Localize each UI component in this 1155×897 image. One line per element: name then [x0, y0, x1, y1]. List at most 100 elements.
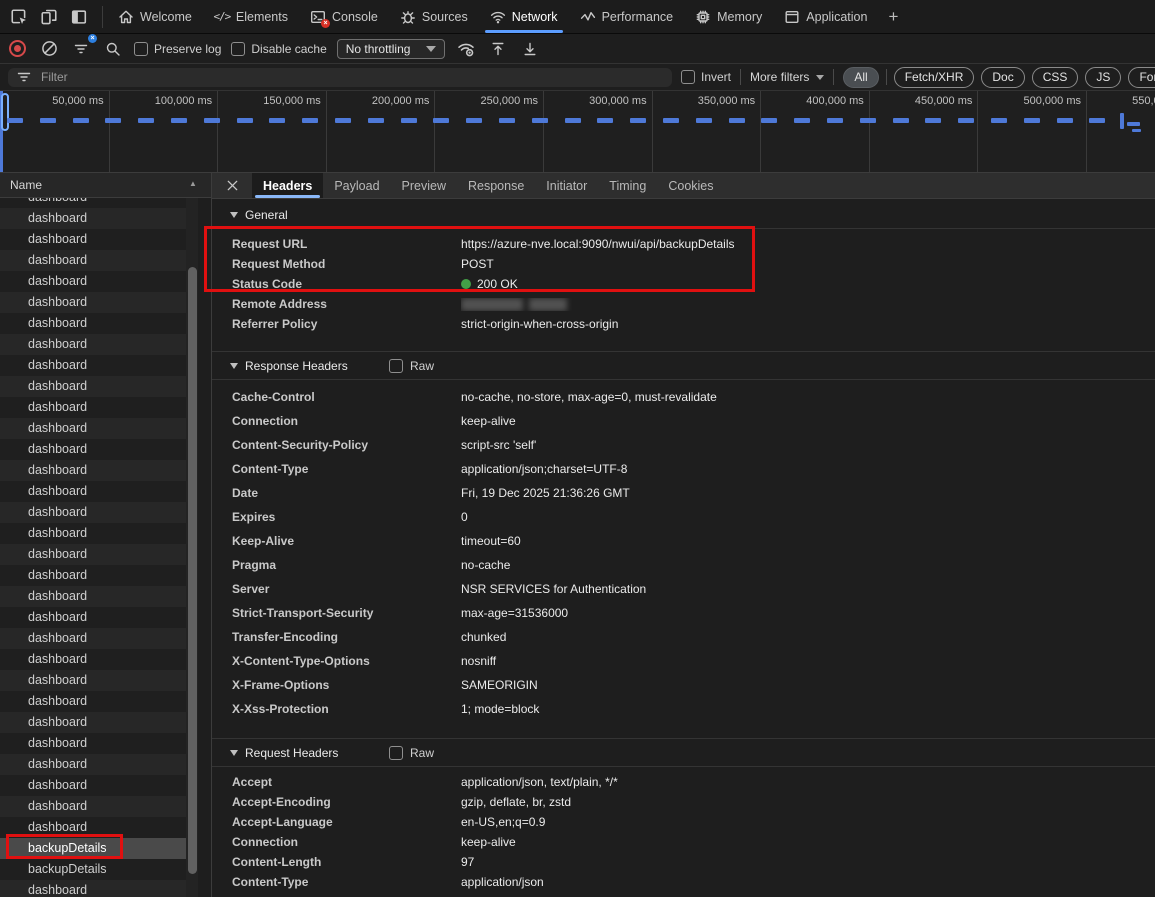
- request-row-dashboard[interactable]: dashboard: [0, 198, 186, 208]
- request-row-dashboard[interactable]: dashboard: [0, 292, 186, 313]
- request-row-dashboard[interactable]: dashboard: [0, 334, 186, 355]
- request-row-dashboard[interactable]: dashboard: [0, 607, 186, 628]
- request-row-dashboard[interactable]: dashboard: [0, 439, 186, 460]
- request-row-dashboard[interactable]: dashboard: [0, 313, 186, 334]
- request-row-dashboard[interactable]: dashboard: [0, 880, 186, 897]
- request-row-dashboard[interactable]: dashboard: [0, 418, 186, 439]
- header-value: chunked: [461, 630, 506, 644]
- scroll-up-arrow-icon[interactable]: ▲: [187, 179, 199, 188]
- tab-sources[interactable]: Sources: [389, 0, 479, 33]
- filter-pill-fetchxhr[interactable]: Fetch/XHR: [894, 67, 975, 88]
- preserve-log-checkbox[interactable]: Preserve log: [134, 42, 221, 56]
- request-row-dashboard[interactable]: dashboard: [0, 250, 186, 271]
- close-details-button[interactable]: [212, 173, 252, 198]
- device-emulation-icon[interactable]: [36, 4, 62, 30]
- network-overview-timeline[interactable]: 50,000 ms 100,000 ms 150,000 ms 200,000 …: [0, 91, 1155, 173]
- request-row-dashboard[interactable]: dashboard: [0, 502, 186, 523]
- panel-layout-icon[interactable]: [66, 4, 92, 30]
- disable-cache-checkbox[interactable]: Disable cache: [231, 42, 326, 56]
- request-row-dashboard[interactable]: dashboard: [0, 775, 186, 796]
- request-activity-dash: [302, 118, 318, 123]
- header-value: strict-origin-when-cross-origin: [461, 317, 618, 331]
- request-row-dashboard[interactable]: dashboard: [0, 670, 186, 691]
- filter-pill-doc[interactable]: Doc: [981, 67, 1024, 88]
- header-name: Status Code: [212, 277, 461, 291]
- request-row-dashboard[interactable]: dashboard: [0, 544, 186, 565]
- details-tab-timing[interactable]: Timing: [598, 173, 657, 198]
- details-tab-response[interactable]: Response: [457, 173, 535, 198]
- details-tab-headers[interactable]: Headers: [252, 173, 323, 198]
- header-name: Server: [212, 582, 461, 596]
- section-response-headers: Response Headers Raw Cache-Control no-ca…: [212, 351, 1155, 727]
- name-column-header[interactable]: Name ▲: [0, 173, 211, 198]
- filter-input[interactable]: [39, 69, 664, 85]
- request-row-dashboard[interactable]: dashboard: [0, 649, 186, 670]
- request-row-dashboard[interactable]: dashboard: [0, 586, 186, 607]
- details-tab-cookies[interactable]: Cookies: [657, 173, 724, 198]
- details-tab-payload[interactable]: Payload: [323, 173, 390, 198]
- filter-pill-css[interactable]: CSS: [1032, 67, 1079, 88]
- request-row-dashboard[interactable]: dashboard: [0, 628, 186, 649]
- request-row-dashboard[interactable]: dashboard: [0, 754, 186, 775]
- request-activity-dash: [958, 118, 974, 123]
- request-row-dashboard[interactable]: dashboard: [0, 229, 186, 250]
- details-tab-initiator[interactable]: Initiator: [535, 173, 598, 198]
- tab-console[interactable]: × Console: [299, 0, 389, 33]
- timeline-tick-label: 550,000 ms: [1132, 95, 1155, 107]
- header-value: SAMEORIGIN: [461, 678, 538, 692]
- export-har-button[interactable]: [519, 38, 541, 60]
- search-button[interactable]: [102, 38, 124, 60]
- request-activity-dash: [368, 118, 384, 123]
- requests-scrollbar[interactable]: [186, 198, 198, 897]
- request-activity-dash: [565, 118, 581, 123]
- tab-network[interactable]: Network: [479, 0, 569, 33]
- request-row-dashboard[interactable]: dashboard: [0, 481, 186, 502]
- divider: [833, 69, 834, 85]
- request-row-dashboard[interactable]: dashboard: [0, 691, 186, 712]
- header-row: Remote Address: [212, 294, 1155, 314]
- record-network-log-button[interactable]: [6, 38, 28, 60]
- tab-application[interactable]: Application: [773, 0, 878, 33]
- tab-memory[interactable]: Memory: [684, 0, 773, 33]
- filter-pill-all[interactable]: All: [843, 67, 878, 88]
- section-header[interactable]: Response Headers Raw: [212, 352, 1155, 380]
- triangle-down-icon: [230, 212, 238, 218]
- filter-pill-font[interactable]: Font: [1128, 67, 1155, 88]
- request-row-dashboard[interactable]: dashboard: [0, 565, 186, 586]
- invert-checkbox[interactable]: Invert: [681, 70, 731, 84]
- timeline-column: 200,000 ms: [326, 91, 436, 172]
- clear-network-log-button[interactable]: [38, 38, 60, 60]
- raw-checkbox[interactable]: Raw: [389, 746, 434, 760]
- section-header[interactable]: Request Headers Raw: [212, 739, 1155, 767]
- add-panel-button[interactable]: +: [878, 0, 908, 33]
- request-row-dashboard[interactable]: dashboard: [0, 796, 186, 817]
- request-row-dashboard[interactable]: dashboard: [0, 733, 186, 754]
- request-row-dashboard[interactable]: dashboard: [0, 712, 186, 733]
- more-filters-button[interactable]: More filters: [750, 70, 824, 84]
- filter-pill-js[interactable]: JS: [1085, 67, 1121, 88]
- bug-icon: [400, 9, 416, 25]
- request-row-dashboard[interactable]: dashboard: [0, 460, 186, 481]
- raw-checkbox[interactable]: Raw: [389, 359, 434, 373]
- request-row-dashboard[interactable]: dashboard: [0, 523, 186, 544]
- inspect-element-icon[interactable]: [6, 4, 32, 30]
- request-row-dashboard[interactable]: dashboard: [0, 397, 186, 418]
- request-row-backupDetails[interactable]: backupDetails: [0, 859, 186, 880]
- details-tab-preview[interactable]: Preview: [391, 173, 457, 198]
- checkbox-icon: [134, 42, 148, 56]
- request-row-dashboard[interactable]: dashboard: [0, 208, 186, 229]
- request-row-dashboard[interactable]: dashboard: [0, 376, 186, 397]
- request-row-dashboard[interactable]: dashboard: [0, 271, 186, 292]
- filter-toggle-button[interactable]: ×: [70, 38, 92, 60]
- scrollbar-thumb[interactable]: [188, 267, 197, 874]
- tab-performance[interactable]: Performance: [569, 0, 685, 33]
- request-row-backupDetails[interactable]: backupDetails: [0, 838, 186, 859]
- tab-welcome[interactable]: Welcome: [107, 0, 203, 33]
- network-conditions-icon[interactable]: [455, 38, 477, 60]
- request-row-dashboard[interactable]: dashboard: [0, 817, 186, 838]
- request-row-dashboard[interactable]: dashboard: [0, 355, 186, 376]
- throttling-select[interactable]: No throttling: [337, 39, 446, 59]
- import-har-button[interactable]: [487, 38, 509, 60]
- section-header[interactable]: General: [212, 201, 1155, 229]
- tab-elements[interactable]: </> Elements: [203, 0, 299, 33]
